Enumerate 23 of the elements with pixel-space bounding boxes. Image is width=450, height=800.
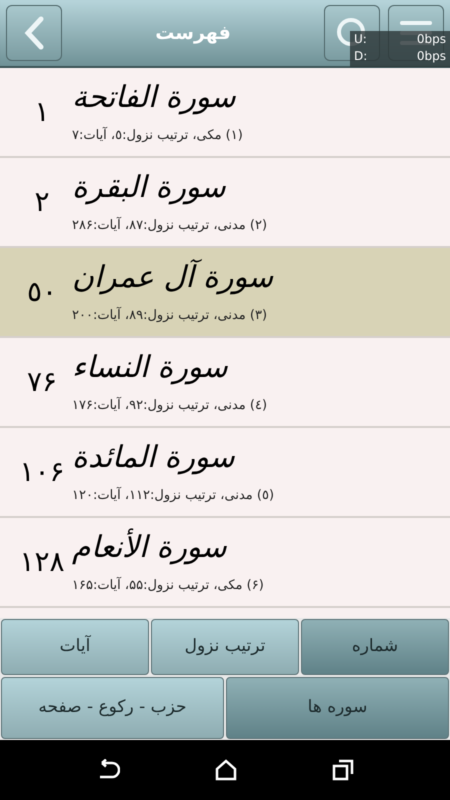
speed-label: D: xyxy=(354,48,368,65)
surah-info: (۳) مدنی، ترتیب نزول:۸۹، آیات:۲۰۰ xyxy=(72,306,268,326)
surah-name: سورة المائدة xyxy=(72,439,235,478)
page-number: ۱۰۶ xyxy=(18,454,66,490)
window-title: فهرست xyxy=(155,20,231,46)
surah-info: (٤) مدنی، ترتیب نزول:۹۲، آیات:۱۷۶ xyxy=(72,396,268,416)
surah-name: سورة البقرة xyxy=(72,169,226,208)
surah-name: سورة الفاتحة xyxy=(72,79,236,118)
surah-info: (۱) مکی، ترتیب نزول:٥، آیات:۷ xyxy=(72,126,243,146)
surah-info: (٥) مدنی، ترتیب نزول:۱۱۲، آیات:۱۲۰ xyxy=(72,486,274,506)
page-number: ٥۰ xyxy=(26,274,58,310)
page-number: ۲ xyxy=(33,184,51,220)
surah-info: (۶) مکی، ترتیب نزول:۵۵، آیات:۱۶۵ xyxy=(72,576,264,596)
speed-value: 0bps xyxy=(416,31,446,48)
page-number: ۱۲۸ xyxy=(18,544,66,580)
speed-label: U: xyxy=(354,31,367,48)
surah-name: سورة النساء xyxy=(72,349,228,388)
speed-value: 0bps xyxy=(416,48,446,65)
page-number: ۱ xyxy=(33,94,51,130)
surah-name: سورة الأنعام xyxy=(72,528,227,568)
surah-name: سورة آل عمران xyxy=(72,258,274,298)
page-number: ۷۶ xyxy=(26,364,58,400)
surah-info: (۲) مدنی، ترتیب نزول:۸۷، آیات:۲۸۶ xyxy=(72,216,268,236)
